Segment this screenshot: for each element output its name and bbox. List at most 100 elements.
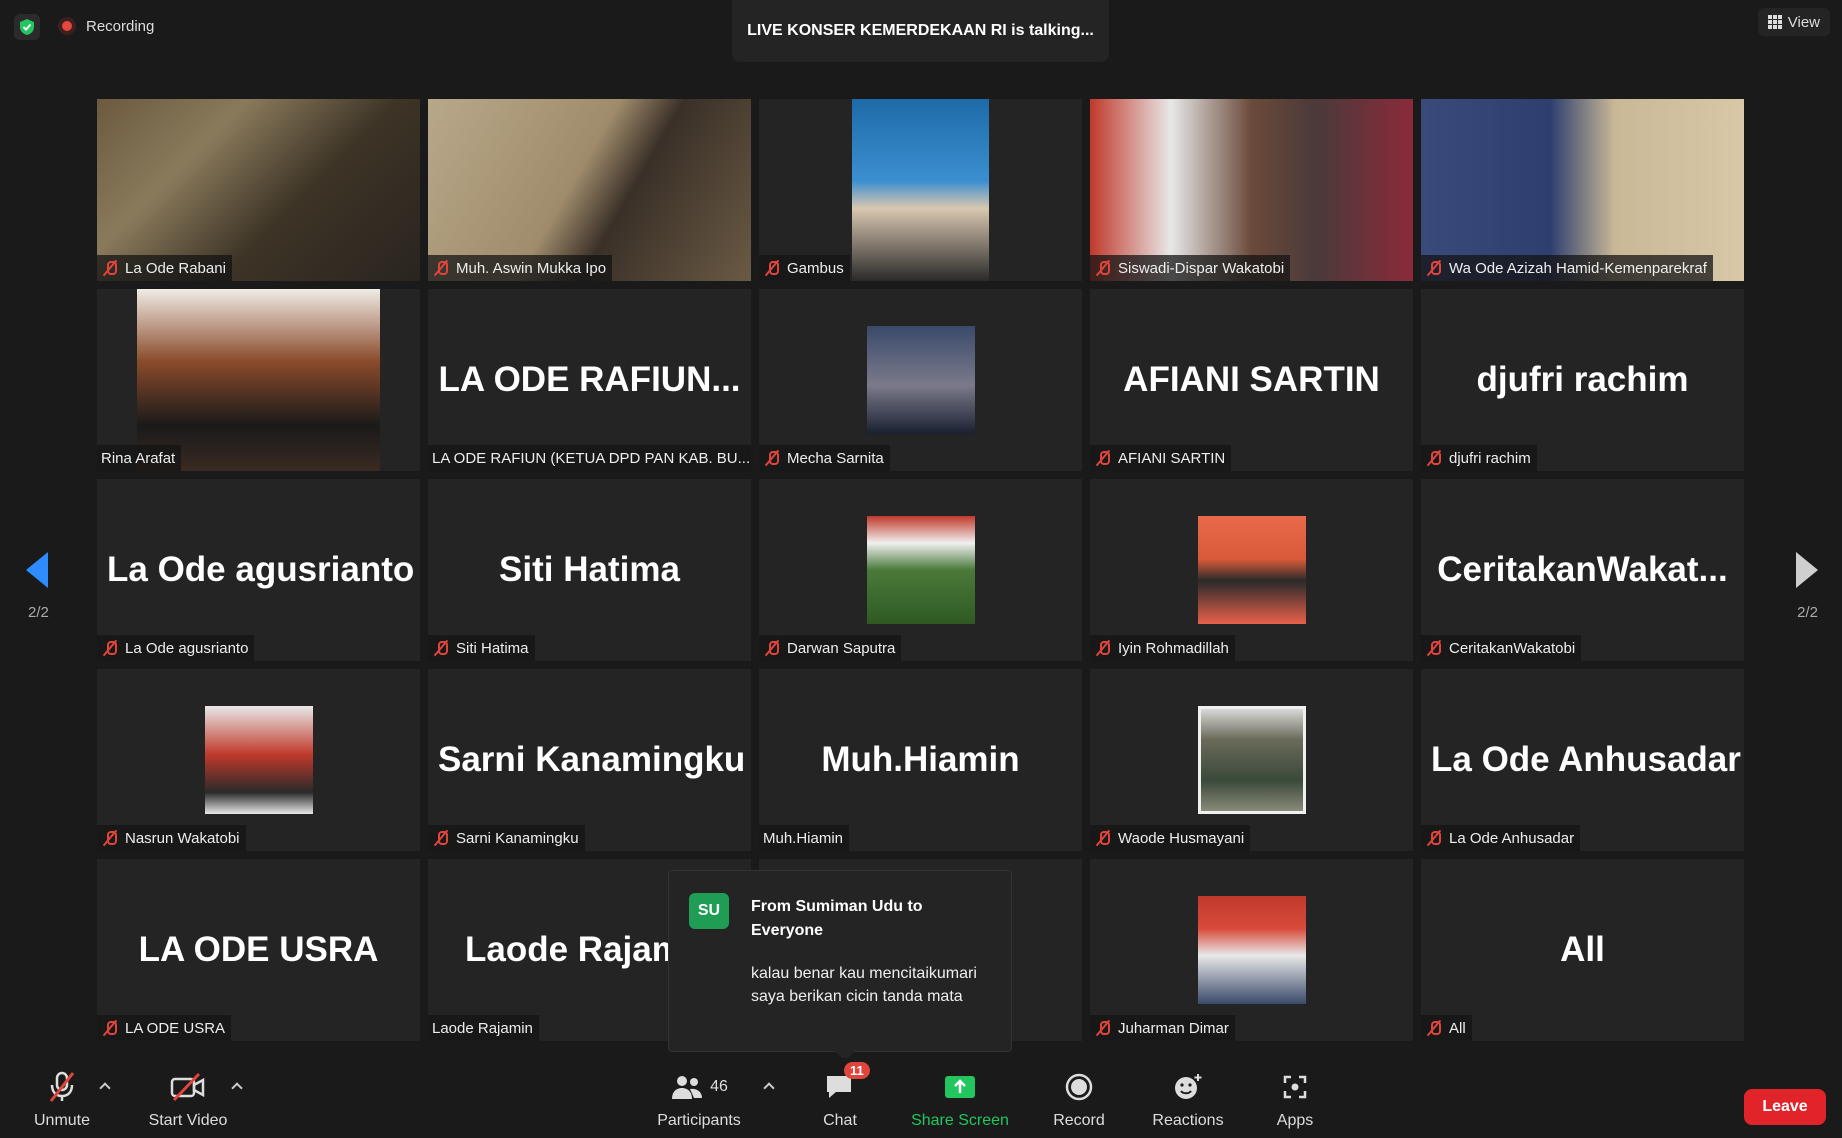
participant-video bbox=[97, 99, 420, 281]
participants-options-caret-icon[interactable] bbox=[764, 1082, 774, 1092]
participant-tile[interactable]: Muh.Hiamin Muh.Hiamin bbox=[759, 669, 1082, 851]
participant-name-label: AFIANI SARTIN bbox=[1090, 445, 1232, 471]
recording-label: Recording bbox=[86, 17, 155, 35]
participant-tile[interactable]: All All bbox=[1421, 859, 1744, 1041]
participant-video bbox=[1421, 99, 1744, 281]
video-off-icon bbox=[169, 1068, 207, 1106]
mic-muted-large-icon bbox=[47, 1068, 77, 1106]
participant-tile[interactable]: Iyin Rohmadillah bbox=[1090, 479, 1413, 661]
participant-name-label: Waode Husmayani bbox=[1090, 825, 1251, 851]
participant-display-name: LA ODE USRA bbox=[138, 930, 379, 969]
participant-name-label: Juharman Dimar bbox=[1090, 1015, 1235, 1041]
start-video-button[interactable]: Start Video bbox=[144, 1068, 232, 1130]
top-bar: Recording LIVE KONSER KEMERDEKAAN RI is … bbox=[0, 0, 1842, 62]
audio-options-caret-icon[interactable] bbox=[100, 1082, 110, 1092]
participant-video bbox=[137, 289, 380, 471]
participant-display-name: AFIANI SARTIN bbox=[1123, 360, 1380, 399]
participant-tile[interactable]: Muh. Aswin Mukka Ipo bbox=[428, 99, 751, 281]
participant-name-label: Sarni Kanamingku bbox=[428, 825, 585, 851]
security-shield-icon[interactable] bbox=[14, 14, 40, 40]
mic-muted-icon bbox=[1094, 639, 1112, 657]
participant-avatar bbox=[866, 516, 975, 624]
share-screen-button[interactable]: Share Screen bbox=[910, 1068, 1010, 1130]
video-options-caret-icon[interactable] bbox=[232, 1082, 242, 1092]
mic-muted-icon bbox=[101, 259, 119, 277]
participant-tile[interactable]: La Ode Anhusadar La Ode Anhusadar bbox=[1421, 669, 1744, 851]
view-button[interactable]: View bbox=[1757, 8, 1830, 36]
participant-avatar bbox=[204, 706, 313, 814]
participant-display-name: Siti Hatima bbox=[499, 550, 680, 589]
participant-name-label: Gambus bbox=[759, 255, 850, 281]
participant-avatar bbox=[866, 326, 975, 434]
participants-button[interactable]: 46 Participants bbox=[654, 1068, 744, 1130]
mic-muted-icon bbox=[1425, 829, 1443, 847]
participant-tile[interactable]: Sarni Kanamingku Sarni Kanamingku bbox=[428, 669, 751, 851]
participant-display-name: LA ODE RAFIUN... bbox=[438, 360, 741, 399]
mic-muted-icon bbox=[101, 1019, 119, 1037]
recording-indicator[interactable]: Recording bbox=[58, 13, 154, 39]
participant-name-label: Iyin Rohmadillah bbox=[1090, 635, 1235, 661]
participant-tile[interactable]: Siswadi-Dispar Wakatobi bbox=[1090, 99, 1413, 281]
participant-display-name: Sarni Kanamingku bbox=[438, 740, 746, 779]
previous-page-arrow-icon[interactable] bbox=[24, 550, 54, 590]
mic-muted-icon bbox=[101, 639, 119, 657]
mic-muted-icon bbox=[432, 259, 450, 277]
participant-name-label: All bbox=[1421, 1015, 1472, 1041]
participant-tile[interactable]: LA ODE USRA LA ODE USRA bbox=[97, 859, 420, 1041]
participant-name-label: LA ODE RAFIUN (KETUA DPD PAN KAB. BU... bbox=[428, 445, 751, 471]
participant-name-label: Muh.Hiamin bbox=[759, 825, 850, 851]
participant-tile[interactable]: La Ode Rabani bbox=[97, 99, 420, 281]
participant-name-label: La Ode Rabani bbox=[97, 255, 232, 281]
page-indicator-right: 2/2 bbox=[1797, 604, 1818, 621]
participant-tile[interactable]: Siti Hatima Siti Hatima bbox=[428, 479, 751, 661]
participant-tile[interactable]: Gambus bbox=[759, 99, 1082, 281]
grid-view-icon bbox=[1767, 15, 1782, 29]
participant-name-label: Darwan Saputra bbox=[759, 635, 902, 661]
participant-tile[interactable]: Darwan Saputra bbox=[759, 479, 1082, 661]
record-icon bbox=[1064, 1068, 1094, 1106]
participant-name-label: Nasrun Wakatobi bbox=[97, 825, 246, 851]
participant-tile[interactable]: Rina Arafat bbox=[97, 289, 420, 471]
participant-tile[interactable]: Juharman Dimar bbox=[1090, 859, 1413, 1041]
mic-muted-icon bbox=[1425, 449, 1443, 467]
participant-tile[interactable]: djufri rachim djufri rachim bbox=[1421, 289, 1744, 471]
reactions-button[interactable]: Reactions bbox=[1150, 1068, 1226, 1130]
participant-tile[interactable]: Waode Husmayani bbox=[1090, 669, 1413, 851]
mic-muted-icon bbox=[763, 639, 781, 657]
participant-avatar bbox=[1197, 896, 1306, 1004]
participant-name-label: Muh. Aswin Mukka Ipo bbox=[428, 255, 613, 281]
participant-tile[interactable]: LA ODE RAFIUN... LA ODE RAFIUN (KETUA DP… bbox=[428, 289, 751, 471]
sender-avatar: SU bbox=[689, 893, 729, 929]
chat-button[interactable]: 11 Chat bbox=[818, 1062, 870, 1130]
mic-muted-icon bbox=[1094, 1019, 1112, 1037]
record-button[interactable]: Record bbox=[1050, 1068, 1108, 1130]
mic-muted-icon bbox=[763, 259, 781, 277]
participant-tile[interactable]: La Ode agusrianto La Ode agusrianto bbox=[97, 479, 420, 661]
mic-muted-icon bbox=[1425, 1019, 1443, 1037]
leave-button[interactable]: Leave bbox=[1744, 1089, 1826, 1125]
participant-name-label: Siti Hatima bbox=[428, 635, 535, 661]
page-indicator-left: 2/2 bbox=[28, 604, 49, 621]
chat-notification-popup[interactable]: SU From Sumiman Udu to Everyone kalau be… bbox=[668, 870, 1012, 1061]
chat-icon: 11 bbox=[824, 1062, 870, 1106]
participants-count: 46 bbox=[710, 1078, 728, 1095]
participant-tile[interactable]: Mecha Sarnita bbox=[759, 289, 1082, 471]
participant-display-name: djufri rachim bbox=[1476, 360, 1689, 399]
participant-name-label: Mecha Sarnita bbox=[759, 445, 890, 471]
participant-name-label: Rina Arafat bbox=[97, 445, 182, 471]
view-label: View bbox=[1787, 13, 1820, 31]
participant-name-label: CeritakanWakatobi bbox=[1421, 635, 1582, 661]
next-page-arrow-icon[interactable] bbox=[1790, 550, 1820, 590]
participants-icon: 46 bbox=[670, 1068, 728, 1106]
participant-display-name: CeritakanWakat... bbox=[1437, 550, 1728, 589]
participant-tile[interactable]: Nasrun Wakatobi bbox=[97, 669, 420, 851]
apps-button[interactable]: Apps bbox=[1272, 1068, 1318, 1130]
unmute-button[interactable]: Unmute bbox=[30, 1068, 94, 1130]
participant-tile[interactable]: CeritakanWakat... CeritakanWakatobi bbox=[1421, 479, 1744, 661]
mic-muted-icon bbox=[763, 449, 781, 467]
participant-name-label: La Ode Anhusadar bbox=[1421, 825, 1581, 851]
participant-tile[interactable]: Wa Ode Azizah Hamid-Kemenparekraf bbox=[1421, 99, 1744, 281]
participant-name-label: djufri rachim bbox=[1421, 445, 1537, 471]
apps-icon bbox=[1281, 1068, 1309, 1106]
participant-tile[interactable]: AFIANI SARTIN AFIANI SARTIN bbox=[1090, 289, 1413, 471]
